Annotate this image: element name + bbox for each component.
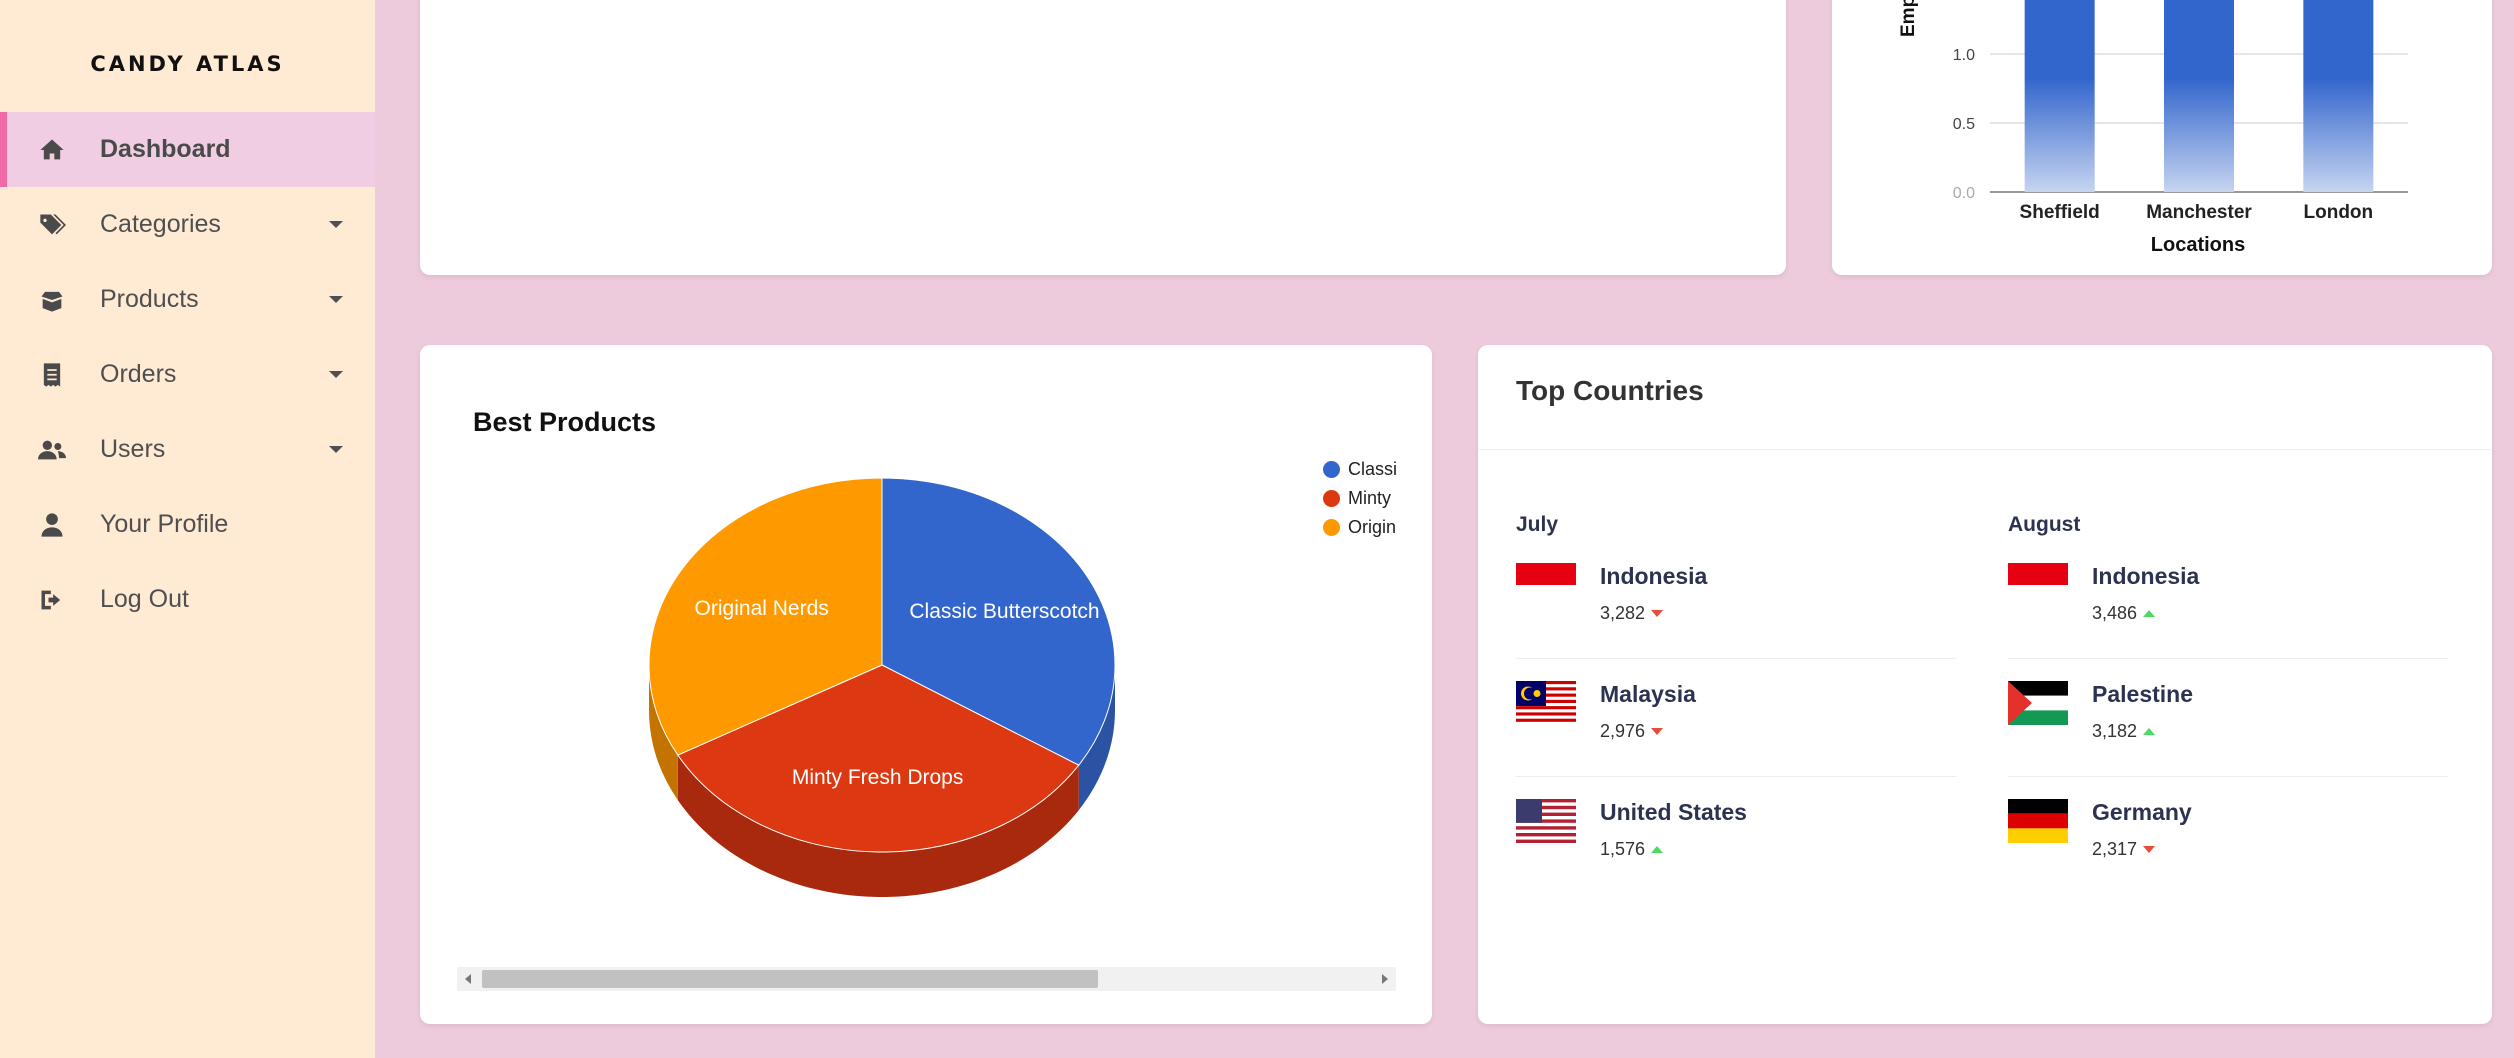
trend-down-icon [2143,846,2156,853]
country-name: Germany [2092,799,2192,825]
germany-flag-icon [2008,799,2068,843]
trend-down-icon [1651,728,1664,735]
country-row[interactable]: Indonesia 3,486 [2008,541,2448,659]
trend-up-icon [2143,728,2156,735]
legend-label: Classi [1348,459,1398,479]
country-row[interactable]: Malaysia 2,976 [1516,659,1956,777]
home-icon [38,136,66,164]
bar [2164,0,2234,192]
locations-bar-chart: 0.0 0.5 1.0 Sheffield Manchester London Emp L… [1898,0,2408,256]
sidebar-item-label: Products [100,285,199,313]
bar [2303,0,2374,192]
country-name: Indonesia [1600,563,1708,589]
chevron-down-icon [329,296,343,303]
user-icon [38,511,66,539]
month-label: July [1516,513,1559,536]
country-name: United States [1600,799,1747,825]
country-name: Palestine [2092,681,2193,707]
country-count: 2,317 [2092,839,2156,860]
us-flag-icon [1516,799,1576,843]
sidebar-item-dashboard[interactable]: Dashboard [0,112,375,187]
country-name: Malaysia [1600,681,1696,707]
chevron-down-icon [329,371,343,378]
country-count: 2,976 [1600,721,1664,742]
countries-column-august: August Indonesia 3,486 Palestine 3,182 G… [2008,513,2448,895]
country-name: Indonesia [2092,563,2200,589]
countries-column-july: July Indonesia 3,282 Malaysia 2,976 Unit… [1516,513,1956,895]
box-open-icon [38,286,66,314]
country-row[interactable]: United States 1,576 [1516,777,1956,895]
scroll-left-arrow-icon[interactable] [465,974,471,984]
best-products-pie-chart: Classic Butterscotch Minty Fresh Drops Ori… [648,477,1116,897]
trend-down-icon [1651,610,1664,617]
trend-up-icon [1651,846,1664,853]
sidebar-item-orders[interactable]: Orders [0,337,375,412]
top-left-card [420,0,1786,275]
top-countries-card: Top Countries July Indonesia 3,282 Malay… [1478,345,2492,1024]
sidebar-item-categories[interactable]: Categories [0,187,375,262]
legend-swatch [1323,461,1340,478]
pie-legend: Classi Minty Origin [1323,455,1403,542]
sidebar-nav: Dashboard Categories Products Orders Use… [0,112,375,637]
divider [1478,449,2492,450]
tags-icon [38,211,66,239]
sidebar-item-logout[interactable]: Log Out [0,562,375,637]
sidebar-item-label: Log Out [100,585,189,613]
legend-item[interactable]: Origin [1323,513,1403,542]
bar [2024,0,2095,192]
indonesia-flag-icon [1516,563,1576,607]
sidebar-item-label: Dashboard [100,135,231,163]
y-axis-label: Emp [1898,0,1919,37]
sidebar-item-profile[interactable]: Your Profile [0,487,375,562]
users-icon [38,436,66,464]
horizontal-scrollbar[interactable] [457,967,1396,991]
legend-item[interactable]: Classi [1323,455,1403,484]
legend-swatch [1323,490,1340,507]
country-row[interactable]: Germany 2,317 [2008,777,2448,895]
country-count: 3,486 [2092,603,2156,624]
best-products-card: Best Products Classic Butterscotch Minty … [420,345,1432,1024]
chevron-down-icon [329,446,343,453]
sidebar-item-products[interactable]: Products [0,262,375,337]
malaysia-flag-icon [1516,681,1576,725]
top-countries-title: Top Countries [1516,375,1704,406]
x-axis-label: Locations [2151,234,2245,256]
legend-item[interactable]: Minty [1323,484,1403,513]
scrollbar-thumb[interactable] [482,970,1098,988]
legend-swatch [1323,519,1340,536]
country-row[interactable]: Palestine 3,182 [2008,659,2448,777]
y-tick-label: 0.0 [1953,185,1975,202]
month-label: August [2008,513,2081,536]
sign-out-icon [38,586,66,614]
country-count: 3,282 [1600,603,1664,624]
scroll-right-arrow-icon[interactable] [1382,974,1388,984]
x-tick-label: Manchester [2146,202,2252,223]
x-tick-label: Sheffield [2020,202,2100,223]
legend-label: Origin [1348,517,1397,537]
sidebar: CANDY ATLAS Dashboard Categories Product… [0,0,375,1058]
x-tick-label: London [2304,202,2374,223]
sidebar-item-label: Your Profile [100,510,229,538]
country-row[interactable]: Indonesia 3,282 [1516,541,1956,659]
locations-bar-chart-card: 0.0 0.5 1.0 Sheffield Manchester London Emp L… [1832,0,2492,275]
pie-slice-label: Minty Fresh Drops [792,766,964,789]
y-tick-label: 1.0 [1953,47,1975,64]
sidebar-item-label: Users [100,435,166,463]
trend-up-icon [2143,610,2156,617]
receipt-icon [38,361,66,389]
chevron-down-icon [329,221,343,228]
legend-label: Minty [1348,488,1392,508]
sidebar-item-label: Categories [100,210,221,238]
y-tick-label: 0.5 [1953,116,1975,133]
sidebar-item-users[interactable]: Users [0,412,375,487]
brand-logo[interactable]: CANDY ATLAS [0,52,375,76]
indonesia-flag-icon [2008,563,2068,607]
sidebar-item-label: Orders [100,360,177,388]
pie-slice-label: Original Nerds [695,597,829,620]
palestine-flag-icon [2008,681,2068,725]
country-count: 1,576 [1600,839,1664,860]
pie-slice-label: Classic Butterscotch [909,600,1099,623]
country-count: 3,182 [2092,721,2156,742]
